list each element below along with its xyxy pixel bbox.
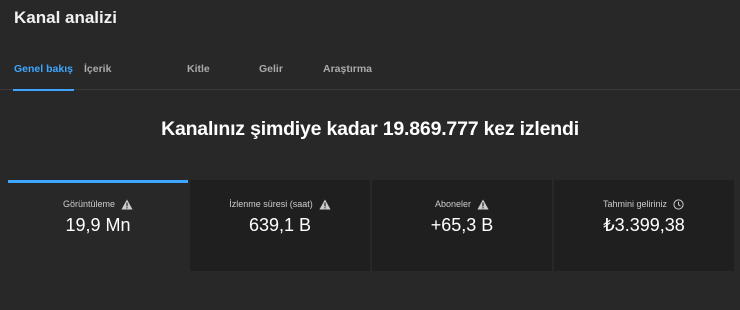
metric-value: ₺3.399,38 [603,215,685,235]
metric-label: İzlenme süresi (saat) [229,199,313,209]
metric-value: 639,1 B [248,215,312,235]
metric-cards: Görüntüleme 19,9 Mn İzlenme süresi (saat… [8,180,738,271]
channel-analytics-page: Kanal analizi Genel bakış İçerik Kitle G… [0,0,740,310]
metric-label-row: Aboneler [435,197,489,211]
warning-icon[interactable] [121,199,133,210]
total-views-headline: Kanalınız şimdiye kadar 19.869.777 kez i… [161,118,579,140]
clock-icon[interactable] [673,198,685,210]
tab-bar: Genel bakış İçerik Kitle Gelir Araştırma [0,60,740,91]
metric-value: +65,3 B [430,215,494,235]
metric-card-watch-time[interactable]: İzlenme süresi (saat) 639,1 B [190,180,370,271]
warning-icon[interactable] [319,199,331,210]
metric-label-row: Görüntüleme [63,197,133,211]
metric-card-revenue[interactable]: Tahmini geliriniz ₺3.399,38 [554,180,734,271]
tab-revenue[interactable]: Gelir [259,63,283,90]
metric-label-row: Tahmini geliriniz [603,197,685,211]
metric-label-row: İzlenme süresi (saat) [229,197,331,211]
metric-label: Görüntüleme [62,199,116,209]
tab-audience[interactable]: Kitle [187,63,210,90]
tab-research[interactable]: Araştırma [323,63,372,90]
metric-value: 19,9 Mn [65,215,131,235]
warning-icon[interactable] [477,199,489,210]
metric-label: Tahmini geliriniz [602,199,668,209]
page-title: Kanal analizi [14,8,117,27]
tab-overview[interactable]: Genel bakış [13,63,74,91]
tab-content[interactable]: İçerik [84,63,111,90]
metric-card-views[interactable]: Görüntüleme 19,9 Mn [8,180,188,271]
metric-label: Aboneler [434,199,472,209]
metric-card-subscribers[interactable]: Aboneler +65,3 B [372,180,552,271]
